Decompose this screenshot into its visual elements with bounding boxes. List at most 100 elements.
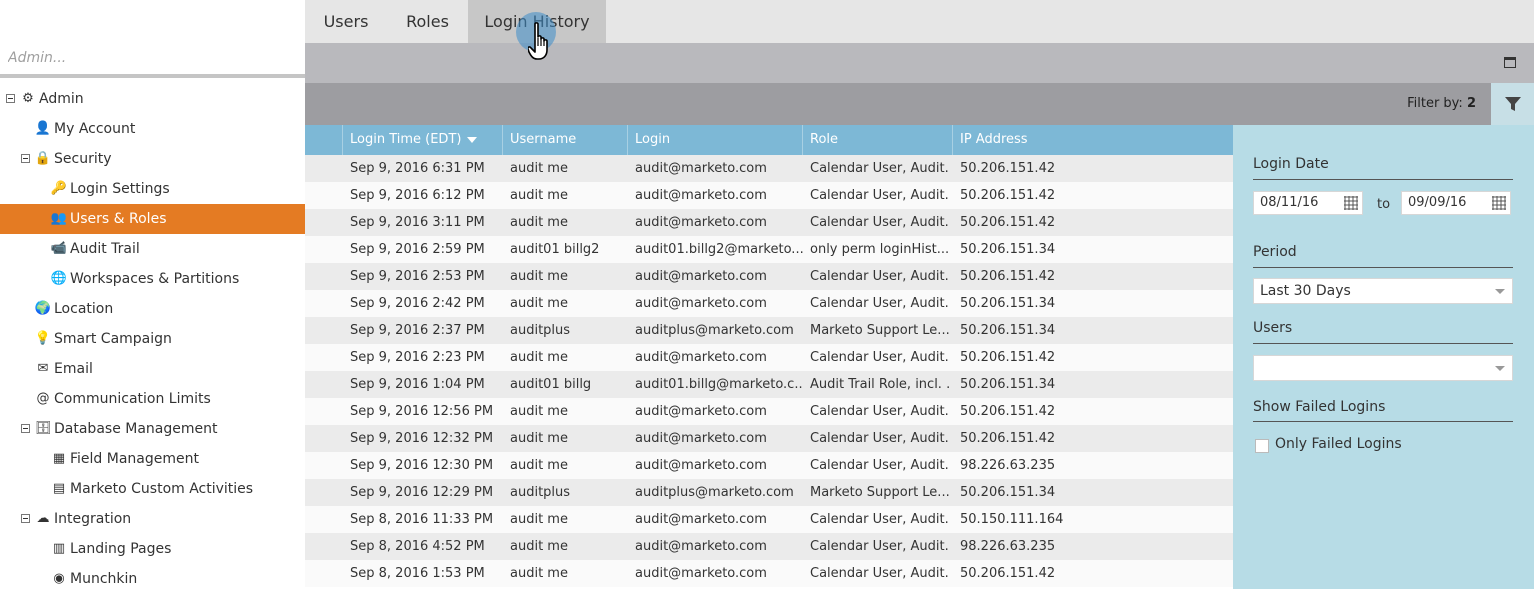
sidebar-item-database-management[interactable]: 🗄 Database Management (0, 414, 305, 444)
sidebar-item-my-account[interactable]: 👤 My Account (0, 114, 305, 144)
key-icon: 🔑 (50, 181, 68, 196)
period-select[interactable]: Last 30 Days (1253, 278, 1513, 304)
date-from-input[interactable]: 08/11/16 (1253, 191, 1363, 215)
sidebar-item-location[interactable]: 🌍 Location (0, 294, 305, 324)
table-row[interactable]: Sep 9, 2016 2:42 PM audit me audit@marketo… (305, 290, 1233, 317)
login-time-cell: Sep 9, 2016 3:11 PM (350, 215, 485, 230)
role-cell: Calendar User, Audit... (810, 458, 950, 473)
sidebar-item-communication-limits[interactable]: @ Communication Limits (0, 384, 305, 414)
table-row[interactable]: Sep 8, 2016 4:52 PM audit me audit@marketo… (305, 533, 1233, 560)
table-row[interactable]: Sep 9, 2016 12:32 PM audit me audit@market… (305, 425, 1233, 452)
tab-users[interactable]: Users (305, 0, 387, 43)
filter-panel: Login Date 08/11/16 to 09/09/16 Period L… (1233, 125, 1534, 589)
tab-bar: Users Roles Login History (305, 0, 1534, 43)
username-cell: audit01 billg2 (510, 242, 600, 257)
login-cell: audit01.billg@marketo.c... (635, 377, 803, 392)
sidebar-item-label: Field Management (70, 451, 199, 467)
role-cell: Marketo Support Le... (810, 485, 950, 500)
role-cell: Calendar User, Audit... (810, 539, 950, 554)
ip-address-cell: 50.206.151.34 (960, 242, 1056, 257)
table-row[interactable]: Sep 9, 2016 6:31 PM audit me audit@marketo… (305, 155, 1233, 182)
login-time-cell: Sep 9, 2016 2:53 PM (350, 269, 485, 284)
sidebar-item-smart-campaign[interactable]: 💡 Smart Campaign (0, 324, 305, 354)
sidebar-item-marketo-custom-activities[interactable]: ▤ Marketo Custom Activities (0, 474, 305, 504)
username-cell: audit me (510, 431, 568, 446)
divider (1253, 421, 1513, 422)
login-time-cell: Sep 9, 2016 6:31 PM (350, 161, 485, 176)
window-maximize-icon[interactable] (1504, 57, 1516, 68)
sidebar-item-landing-pages[interactable]: ▥ Landing Pages (0, 534, 305, 564)
date-to-value: 09/09/16 (1408, 195, 1467, 210)
username-cell: audit me (510, 215, 568, 230)
collapse-toggle-icon[interactable] (21, 424, 30, 433)
column-header-username[interactable]: Username (502, 125, 627, 155)
sidebar: ⚙Admin👤My Account🔒Security🔑Login Setting… (0, 0, 305, 589)
sidebar-item-security[interactable]: 🔒 Security (0, 144, 305, 174)
sidebar-item-users-roles[interactable]: 👥 Users & Roles (0, 204, 305, 234)
column-header-ip-address[interactable]: IP Address (952, 125, 1233, 155)
sidebar-item-label: Communication Limits (54, 391, 211, 407)
login-time-cell: Sep 9, 2016 2:42 PM (350, 296, 485, 311)
collapse-toggle-icon[interactable] (21, 154, 30, 163)
role-cell: Calendar User, Audit... (810, 188, 950, 203)
column-header-login-time[interactable]: Login Time (EDT) (342, 125, 502, 155)
email-icon: ✉ (37, 361, 49, 376)
only-failed-logins-checkbox[interactable] (1255, 439, 1269, 453)
sidebar-item-admin[interactable]: ⚙ Admin (0, 84, 305, 114)
table-row[interactable]: Sep 9, 2016 2:37 PM auditplus auditplus@ma… (305, 317, 1233, 344)
login-cell: audit@marketo.com (635, 296, 767, 311)
sidebar-item-field-management[interactable]: ▦ Field Management (0, 444, 305, 474)
username-cell: audit me (510, 539, 568, 554)
tab-roles[interactable]: Roles (387, 0, 468, 43)
only-failed-logins-label[interactable]: Only Failed Logins (1275, 436, 1402, 452)
table-row[interactable]: Sep 9, 2016 2:53 PM audit me audit@marketo… (305, 263, 1233, 290)
search-input[interactable] (0, 40, 305, 76)
filter-bar: Filter by: 2 (305, 83, 1534, 125)
table-row[interactable]: Sep 9, 2016 6:12 PM audit me audit@marketo… (305, 182, 1233, 209)
table-row[interactable]: Sep 9, 2016 12:56 PM audit me audit@market… (305, 398, 1233, 425)
ip-address-cell: 50.206.151.42 (960, 269, 1056, 284)
role-cell: Calendar User, Audit... (810, 404, 950, 419)
divider (1253, 267, 1513, 268)
login-time-cell: Sep 8, 2016 11:33 PM (350, 512, 494, 527)
date-to-input[interactable]: 09/09/16 (1401, 191, 1511, 215)
sidebar-item-label: My Account (54, 121, 136, 137)
table-row[interactable]: Sep 9, 2016 1:04 PM audit01 billg audit01.… (305, 371, 1233, 398)
table-row[interactable]: Sep 8, 2016 1:53 PM audit me audit@marketo… (305, 560, 1233, 587)
collapse-toggle-icon[interactable] (6, 94, 15, 103)
sidebar-item-munchkin[interactable]: ◉ Munchkin (0, 564, 305, 594)
filter-button[interactable] (1491, 83, 1534, 125)
sidebar-item-label: Landing Pages (70, 541, 172, 557)
sidebar-item-audit-trail[interactable]: 📹 Audit Trail (0, 234, 305, 264)
sidebar-item-workspaces-partitions[interactable]: 🌐 Workspaces & Partitions (0, 264, 305, 294)
username-cell: audit me (510, 296, 568, 311)
cloud-icon: ☁ (36, 511, 50, 526)
table-row[interactable]: Sep 9, 2016 2:23 PM audit me audit@marketo… (305, 344, 1233, 371)
period-value: Last 30 Days (1260, 283, 1351, 299)
sidebar-item-label: Database Management (54, 421, 218, 437)
column-header-role[interactable]: Role (802, 125, 952, 155)
table-row[interactable]: Sep 9, 2016 2:59 PM audit01 billg2 audit01… (305, 236, 1233, 263)
ip-address-cell: 50.206.151.42 (960, 161, 1056, 176)
table-row[interactable]: Sep 9, 2016 3:11 PM audit me audit@marketo… (305, 209, 1233, 236)
collapse-toggle-icon[interactable] (21, 514, 30, 523)
table-row[interactable]: Sep 8, 2016 11:33 PM audit me audit@market… (305, 506, 1233, 533)
sidebar-item-login-settings[interactable]: 🔑 Login Settings (0, 174, 305, 204)
admin-tree: ⚙ Admin 👤 My Account 🔒 Security 🔑 Login Setting… (0, 84, 305, 594)
to-label: to (1377, 197, 1391, 212)
globe-icon: 🌐 (50, 271, 68, 286)
munchkin-icon: ◉ (53, 571, 65, 586)
table-row[interactable]: Sep 9, 2016 12:29 PM auditplus auditplus@m… (305, 479, 1233, 506)
sidebar-item-email[interactable]: ✉ Email (0, 354, 305, 384)
calendar-icon[interactable] (1344, 196, 1358, 210)
table-row[interactable]: Sep 9, 2016 12:30 PM audit me audit@market… (305, 452, 1233, 479)
search-box (0, 40, 305, 78)
username-cell: audit me (510, 350, 568, 365)
users-select[interactable] (1253, 355, 1513, 381)
column-header-login[interactable]: Login (627, 125, 802, 155)
sidebar-item-integration[interactable]: ☁ Integration (0, 504, 305, 534)
at-icon: @ (36, 391, 50, 406)
ip-address-cell: 98.226.63.235 (960, 539, 1056, 554)
calendar-icon[interactable] (1492, 196, 1506, 210)
ip-address-cell: 98.226.63.235 (960, 458, 1056, 473)
